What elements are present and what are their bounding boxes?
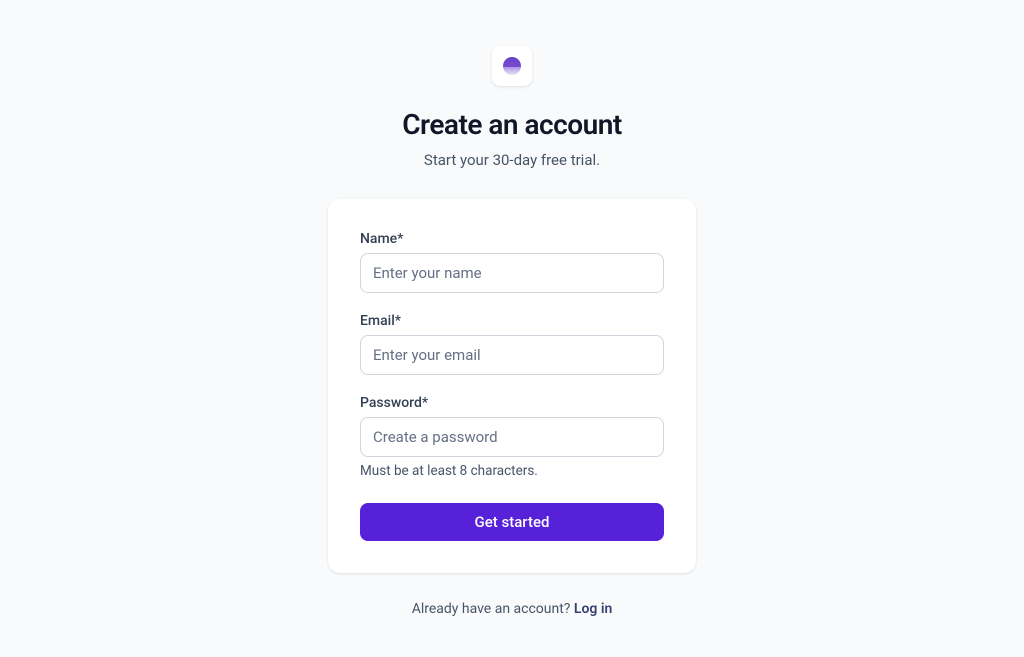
password-hint: Must be at least 8 characters.: [360, 463, 664, 479]
page-subtitle: Start your 30-day free trial.: [424, 151, 600, 169]
name-label: Name*: [360, 231, 664, 247]
app-logo: [492, 46, 532, 86]
password-input[interactable]: [360, 417, 664, 457]
footer-prompt: Already have an account? Log in: [412, 601, 613, 617]
password-field-group: Password* Must be at least 8 characters.: [360, 395, 664, 479]
signup-card: Name* Email* Password* Must be at least …: [328, 199, 696, 573]
name-field-group: Name*: [360, 231, 664, 293]
page-title: Create an account: [402, 108, 622, 141]
name-input[interactable]: [360, 253, 664, 293]
password-label: Password*: [360, 395, 664, 411]
email-label: Email*: [360, 313, 664, 329]
login-link[interactable]: Log in: [574, 601, 612, 617]
email-field-group: Email*: [360, 313, 664, 375]
logo-circle-icon: [503, 57, 521, 75]
email-input[interactable]: [360, 335, 664, 375]
footer-prompt-text: Already have an account?: [412, 601, 574, 617]
get-started-button[interactable]: Get started: [360, 503, 664, 541]
